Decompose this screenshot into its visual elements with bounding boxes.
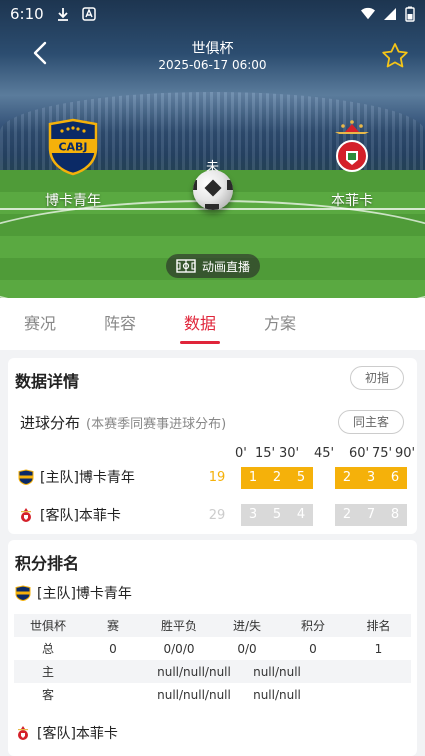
tab-bar: 赛况 阵容 数据 方案 — [0, 298, 425, 350]
header-cell: 世俱杯 — [29, 619, 66, 633]
football-icon — [193, 170, 233, 210]
table-cell: 0 — [109, 641, 117, 656]
pitch-animation-icon — [176, 259, 196, 273]
home-goal-cell: 1 — [241, 467, 265, 489]
table-cell: 1 — [374, 641, 383, 656]
home-team-badge-icon — [15, 585, 31, 601]
home-goal-cell: 5 — [289, 467, 313, 489]
table-row: 客 null/null/null null/null — [14, 683, 411, 706]
standings-card: 积分排名 [主队]博卡青年 世俱杯 赛 胜平负 进/失 积分 排名 总 0 0/… — [8, 540, 417, 756]
table-cell: 客 — [41, 688, 54, 702]
away-team-badge-icon — [18, 726, 28, 740]
favorite-star-icon[interactable] — [381, 42, 409, 70]
minute-label: 75' — [372, 446, 393, 461]
standings-away-heading: [客队]本菲卡 — [15, 720, 410, 746]
standings-home-heading: [主队]博卡青年 — [15, 580, 410, 606]
header-cell: 赛 — [106, 619, 119, 633]
header-cell: 排名 — [366, 619, 391, 633]
status-time: 6:10 — [10, 5, 44, 23]
league-name: 世俱杯 — [191, 41, 234, 57]
away-team-name: 本菲卡 — [331, 193, 373, 209]
tab-lineup[interactable]: 阵容 — [80, 298, 160, 350]
away-goal-cell: 5 — [265, 504, 289, 526]
initial-odds-button[interactable]: 初指 — [349, 366, 404, 390]
tab-plan[interactable]: 方案 — [240, 298, 320, 350]
away-goal-cell: 8 — [383, 504, 407, 526]
home-team-name: 博卡青年 — [45, 193, 101, 209]
away-goal-cell: 3 — [241, 504, 265, 526]
home-goal-cell: 2 — [335, 467, 359, 489]
table-cell: null/null/null — [157, 664, 231, 679]
home-goal-cell: 6 — [383, 467, 407, 489]
tab-data[interactable]: 数据 — [160, 298, 240, 350]
goal-distribution-title: 进球分布 — [20, 414, 81, 432]
minute-label: 15' — [255, 446, 276, 461]
minute-label: 60' — [349, 446, 370, 461]
goal-distribution-note: (本赛季同赛事进球分布) — [86, 417, 227, 432]
animation-live-button[interactable]: 动画直播 — [166, 254, 261, 278]
minute-label: 0' — [235, 446, 247, 461]
same-home-away-button[interactable]: 同主客 — [337, 410, 404, 434]
standings-away-label: [客队]本菲卡 — [37, 726, 118, 742]
minute-label: 30' — [279, 446, 300, 461]
table-cell: 总 — [41, 642, 54, 656]
home-goal-team-label: [主队]博卡青年 — [40, 470, 135, 486]
away-team-badge-icon — [21, 508, 31, 522]
svg-text:CABJ: CABJ — [58, 141, 87, 154]
match-datetime: 2025-06-17 06:00 — [158, 58, 267, 72]
away-team-logo — [335, 120, 369, 172]
table-cell: null/null — [253, 664, 301, 679]
table-cell: 主 — [41, 665, 54, 679]
header-cell: 胜平负 — [160, 619, 197, 633]
match-header: 6:10 世俱杯 2025-06-17 06:00 CABJ 博卡青年 未 本菲… — [0, 0, 425, 298]
table-cell: 0/0 — [237, 641, 257, 656]
standings-home-label: [主队]博卡青年 — [37, 586, 132, 602]
app-notification-icon — [81, 7, 96, 21]
away-goal-total: 29 — [208, 508, 226, 523]
download-icon — [57, 8, 68, 21]
header-cell: 积分 — [300, 619, 325, 633]
home-goal-cell: 3 — [359, 467, 383, 489]
table-cell: 0 — [309, 641, 317, 656]
home-goal-cell: 2 — [265, 467, 289, 489]
status-bar: 6:10 — [0, 0, 425, 28]
pitch-arc — [0, 200, 425, 298]
header-cell: 进/失 — [232, 619, 262, 633]
minute-label: 90' — [395, 446, 416, 461]
table-row: 总 0 0/0/0 0/0 0 1 — [14, 637, 411, 660]
data-detail-card: 数据详情 初指 进球分布 (本赛季同赛事进球分布) 同主客 0' 15' 30' … — [8, 358, 417, 534]
home-goal-total: 19 — [208, 470, 226, 485]
table-cell: 0/0/0 — [163, 641, 195, 656]
minute-label: 45' — [314, 446, 335, 461]
animation-live-label: 动画直播 — [202, 259, 251, 274]
away-goal-team-label: [客队]本菲卡 — [40, 508, 121, 524]
data-detail-title: 数据详情 — [15, 372, 80, 391]
away-goal-cell: 7 — [359, 504, 383, 526]
away-goal-cell: 2 — [335, 504, 359, 526]
battery-icon — [405, 6, 415, 22]
away-team[interactable]: 本菲卡 — [297, 118, 407, 210]
home-team-badge-icon — [18, 469, 34, 485]
table-cell: null/null — [253, 687, 301, 702]
standings-header-row: 世俱杯 赛 胜平负 进/失 积分 排名 — [14, 614, 411, 637]
tab-match-status[interactable]: 赛况 — [0, 298, 80, 350]
goal-distribution-heading: 进球分布 (本赛季同赛事进球分布) — [20, 412, 226, 433]
signal-icon — [384, 8, 396, 20]
table-cell: null/null/null — [157, 687, 231, 702]
standings-title: 积分排名 — [15, 554, 80, 573]
away-goal-cell: 4 — [289, 504, 313, 526]
table-row: 主 null/null/null null/null — [14, 660, 411, 683]
wifi-icon — [361, 7, 375, 20]
standings-table: 世俱杯 赛 胜平负 进/失 积分 排名 总 0 0/0/0 0/0 0 1 主 … — [14, 614, 411, 706]
